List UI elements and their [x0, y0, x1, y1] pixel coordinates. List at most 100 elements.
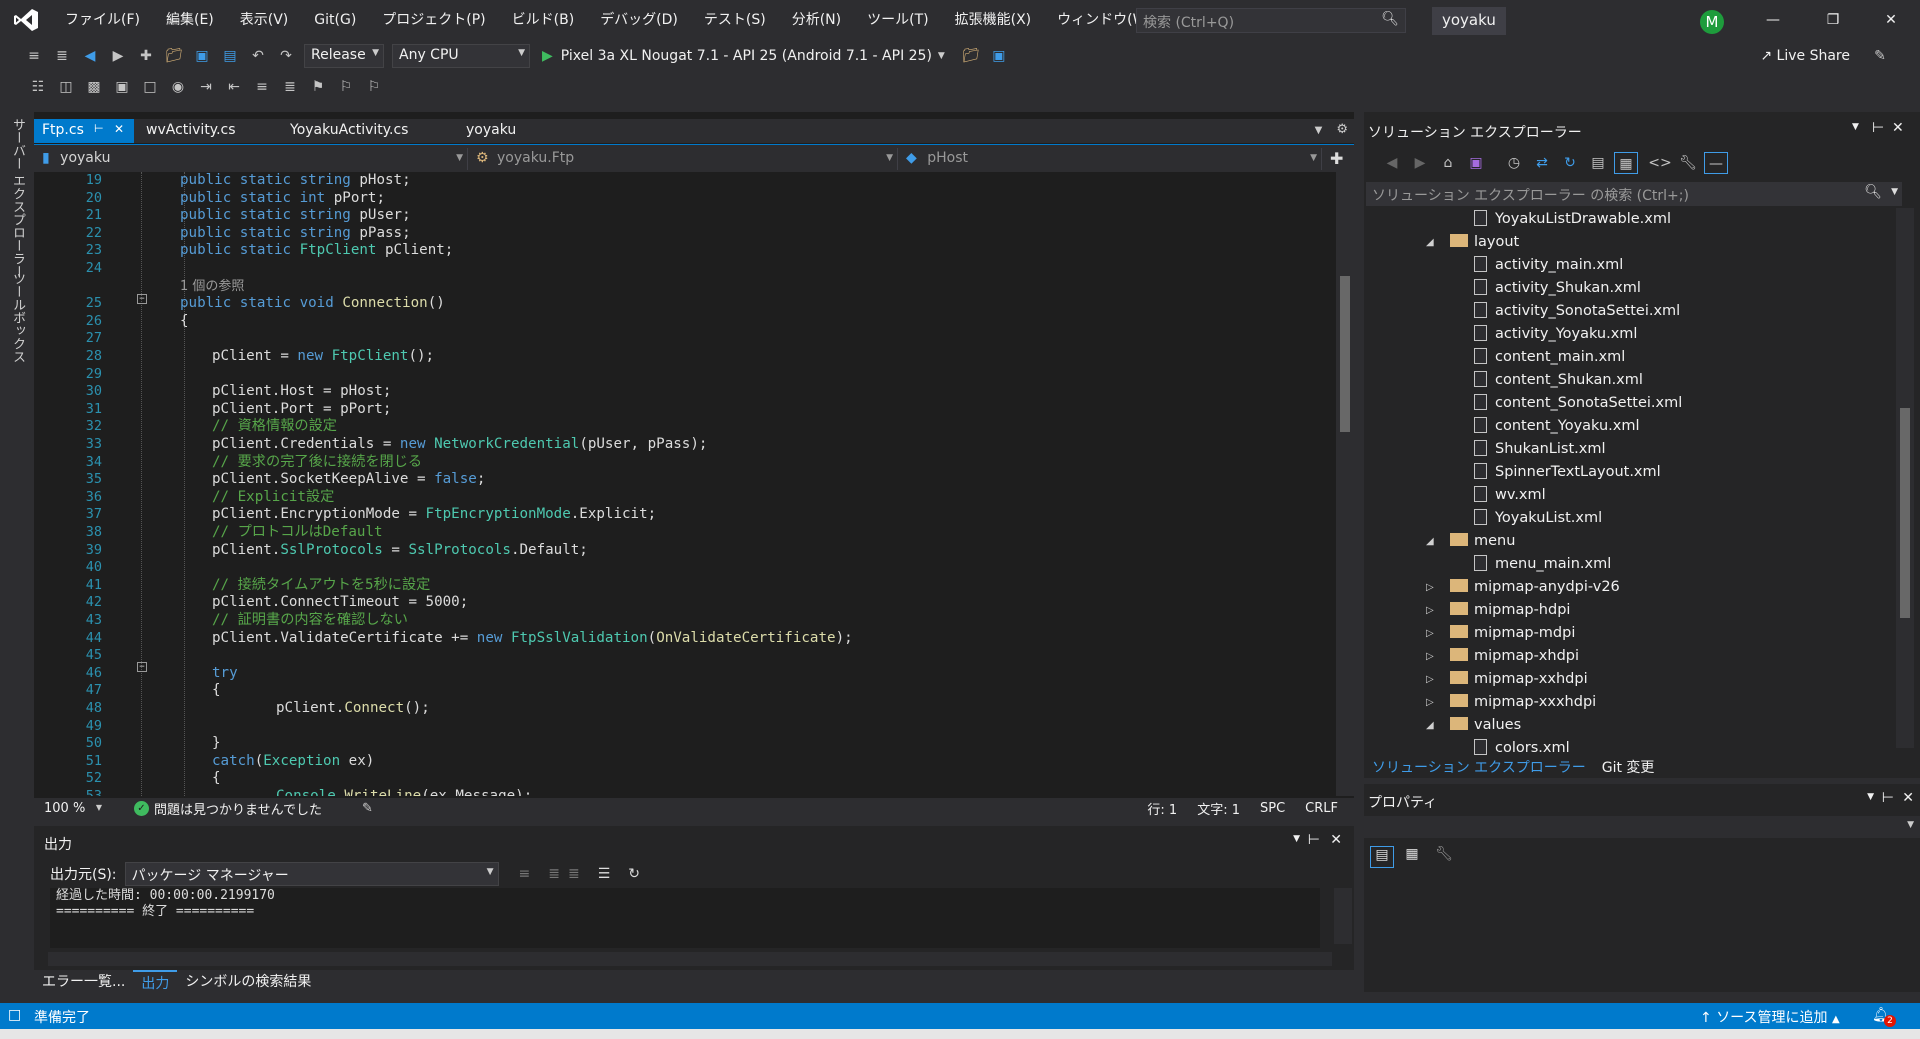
pin-icon[interactable]: ⊢ [94, 122, 104, 135]
tree-folder[interactable]: ▷ mipmap-anydpi-v26 [1426, 576, 1620, 599]
solution-view-icon[interactable]: ≡ [22, 45, 46, 67]
gear-icon[interactable]: ⚙ [1330, 119, 1354, 143]
menu-debug[interactable]: デバッグ(D) [587, 0, 691, 40]
show-all-files-icon[interactable]: ▦ [1614, 152, 1638, 174]
tree-file[interactable]: YoyakuListDrawable.xml [1474, 208, 1671, 231]
tab-error-list[interactable]: エラー一覧... [34, 970, 133, 992]
menu-extensions[interactable]: 拡張機能(X) [942, 0, 1045, 40]
property-pages-icon[interactable]: 🔧︎ [1432, 846, 1456, 868]
tab-list-chevron-icon[interactable]: ▼ [1307, 119, 1331, 143]
collapsed-arrow-icon[interactable]: ▷ [1426, 576, 1438, 599]
chevron-down-icon[interactable]: ▼ [1852, 122, 1859, 132]
indent-icon[interactable]: ⇥ [194, 76, 218, 98]
clipboard-icon[interactable]: ☷ [26, 76, 50, 98]
close-icon[interactable]: ✕ [1868, 0, 1914, 40]
member-dropdown[interactable]: ◆ pHost ▼ [898, 147, 1322, 170]
restore-icon[interactable]: ❐ [1810, 0, 1856, 40]
configuration-select[interactable]: Release ▼ [304, 44, 384, 68]
switch-views-icon[interactable]: ≣ [50, 45, 74, 67]
terminal-icon[interactable]: ▣ [110, 76, 134, 98]
pending-changes-filter-icon[interactable]: ◷ [1502, 152, 1526, 174]
scroll-thumb[interactable] [1340, 276, 1350, 432]
save-icon[interactable]: ▣ [190, 45, 214, 67]
tree-file[interactable]: menu_main.xml [1474, 553, 1611, 576]
menu-view[interactable]: 表示(V) [227, 0, 302, 40]
tab-output[interactable]: 出力 [133, 970, 178, 992]
alphabetical-icon[interactable]: ▦ [1400, 846, 1424, 868]
code-cleanup-icon[interactable]: ✎ [362, 801, 373, 816]
next-message-icon[interactable]: ≣ [568, 866, 580, 882]
prev-message-icon[interactable]: ≣ [548, 866, 560, 882]
navigate-back-icon[interactable]: ◀ [78, 45, 102, 67]
tab-yoyaku[interactable]: yoyaku [458, 119, 538, 143]
output-window-icon[interactable]: □ [8, 1007, 21, 1023]
expanded-arrow-icon[interactable]: ◢ [1426, 231, 1438, 254]
tree-folder[interactable]: ◢ menu [1426, 530, 1515, 553]
menu-edit[interactable]: 編集(E) [153, 0, 227, 40]
tree-file[interactable]: activity_Shukan.xml [1474, 277, 1641, 300]
view-code-icon[interactable]: <> [1648, 152, 1672, 174]
tab-solution-explorer[interactable]: ソリューション エクスプローラー [1364, 756, 1594, 778]
switch-views-icon[interactable]: ▣ [1464, 152, 1488, 174]
platform-select[interactable]: Any CPU ▼ [392, 44, 530, 68]
expanded-arrow-icon[interactable]: ◢ [1426, 530, 1438, 553]
global-search-input[interactable]: 検索 (Ctrl+Q) 🔍︎ [1136, 8, 1406, 33]
close-icon[interactable]: ✕ [1902, 790, 1914, 806]
output-horizontal-scrollbar[interactable] [48, 952, 1332, 966]
attach-icon[interactable]: ◫ [54, 76, 78, 98]
package-icon[interactable]: ▩ [82, 76, 106, 98]
pin-icon[interactable]: ⊢ [1308, 832, 1320, 848]
menu-analyze[interactable]: 分析(N) [779, 0, 854, 40]
tree-file[interactable]: activity_main.xml [1474, 254, 1623, 277]
menu-tools[interactable]: ツール(T) [854, 0, 941, 40]
properties-object-select[interactable]: ▼ [1364, 816, 1920, 838]
menu-build[interactable]: ビルド(B) [499, 0, 588, 40]
server-explorer-tab[interactable]: サーバー エクスプローラー [8, 118, 27, 278]
solution-search-input[interactable]: ソリューション エクスプローラー の検索 (Ctrl+;) 🔍︎ ▼ [1366, 182, 1902, 206]
project-dropdown[interactable]: ▮ yoyaku ▼ [34, 147, 468, 170]
redo-icon[interactable]: ↷ [274, 45, 298, 67]
menu-project[interactable]: プロジェクト(P) [369, 0, 498, 40]
clear-all-icon[interactable]: ☰ [598, 866, 611, 882]
next-bookmark-icon[interactable]: ⚐ [362, 76, 386, 98]
close-icon[interactable]: ✕ [1330, 832, 1342, 848]
properties-wrench-icon[interactable]: 🔧︎ [1676, 152, 1700, 174]
find-message-icon[interactable]: ≡ [519, 866, 531, 882]
feedback-icon[interactable]: ✎ [1868, 45, 1892, 67]
output-source-select[interactable]: パッケージ マネージャー ▼ [124, 862, 499, 886]
editor-vertical-scrollbar[interactable] [1336, 172, 1354, 796]
class-dropdown[interactable]: ⚙ yoyaku.Ftp ▼ [468, 147, 898, 170]
tree-folder[interactable]: ▷ mipmap-hdpi [1426, 599, 1570, 622]
pin-icon[interactable]: ⊢ [1872, 120, 1884, 136]
prev-bookmark-icon[interactable]: ⚐ [334, 76, 358, 98]
uncomment-icon[interactable]: ≣ [278, 76, 302, 98]
tab-git-changes[interactable]: Git 変更 [1594, 756, 1663, 778]
avatar[interactable]: M [1700, 10, 1724, 34]
outdent-icon[interactable]: ⇤ [222, 76, 246, 98]
categorized-icon[interactable]: ▤ [1370, 846, 1394, 868]
zoom-select[interactable]: 100 % ▼ [34, 801, 104, 816]
globe-icon[interactable]: ◉ [166, 76, 190, 98]
minimize-icon[interactable]: — [1750, 0, 1796, 40]
tree-folder[interactable]: ▷ mipmap-xxhdpi [1426, 668, 1588, 691]
close-tab-icon[interactable]: ✕ [114, 122, 124, 136]
tree-folder[interactable]: ◢ layout [1426, 231, 1519, 254]
home-icon[interactable]: ⌂ [1436, 152, 1460, 174]
menu-file[interactable]: ファイル(F) [52, 0, 153, 40]
tree-file[interactable]: activity_Yoyaku.xml [1474, 323, 1637, 346]
tree-file[interactable]: ShukanList.xml [1474, 438, 1606, 461]
word-wrap-icon[interactable]: ↻ [628, 866, 640, 882]
tree-file[interactable]: content_Yoyaku.xml [1474, 415, 1640, 438]
pin-icon[interactable]: ⊢ [1882, 790, 1894, 806]
collapse-icon[interactable]: − [137, 662, 147, 672]
forward-icon[interactable]: ▶ [1408, 152, 1432, 174]
close-icon[interactable]: ✕ [1892, 120, 1904, 136]
tab-wvactivity-cs[interactable]: wvActivity.cs [134, 119, 282, 143]
sync-icon[interactable]: ⇄ [1530, 152, 1554, 174]
collapse-all-icon[interactable]: ▤ [1586, 152, 1610, 174]
collapse-icon[interactable]: − [137, 294, 147, 304]
reference-codelens[interactable]: 1 個の参照 [180, 278, 244, 296]
back-icon[interactable]: ◀ [1380, 152, 1404, 174]
collapsed-arrow-icon[interactable]: ▷ [1426, 691, 1438, 714]
collapsed-arrow-icon[interactable]: ▷ [1426, 645, 1438, 668]
